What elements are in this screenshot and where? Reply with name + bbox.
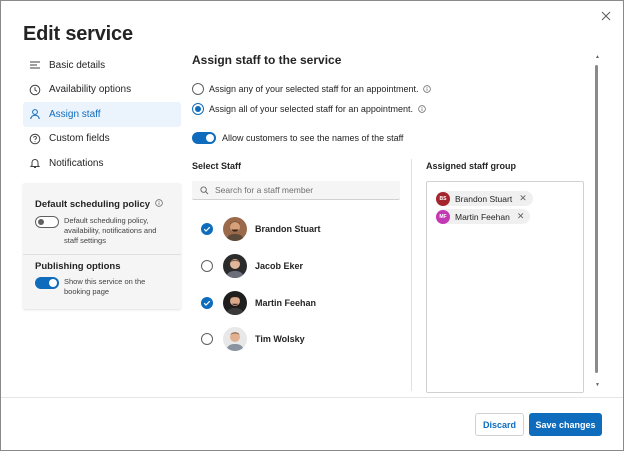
clock-icon xyxy=(29,84,41,96)
assigned-staff-box: BS Brandon Stuart ✕ MF Martin Feehan ✕ xyxy=(426,181,584,393)
radio-label: Assign all of your selected staff for an… xyxy=(209,104,413,114)
search-icon xyxy=(200,185,209,194)
radio-label: Assign any of your selected staff for an… xyxy=(209,84,419,94)
staff-row-jacob-eker[interactable]: Jacob Eker xyxy=(201,253,303,279)
divider xyxy=(23,254,181,255)
chip-name: Martin Feehan xyxy=(455,211,510,222)
allow-names-row: Allow customers to see the names of the … xyxy=(192,132,403,144)
column-divider xyxy=(411,159,412,391)
help-circle-icon xyxy=(29,133,41,145)
scrollbar-thumb[interactable] xyxy=(595,65,598,373)
nav-item-availability-options[interactable]: Availability options xyxy=(23,78,181,103)
discard-button[interactable]: Discard xyxy=(475,413,524,436)
remove-icon[interactable]: ✕ xyxy=(519,194,527,203)
assigned-chip-martin-feehan: MF Martin Feehan ✕ xyxy=(436,209,531,224)
staff-checkbox[interactable] xyxy=(201,297,213,309)
policy-heading: Default scheduling policy xyxy=(35,199,163,210)
radio-button[interactable] xyxy=(192,103,204,115)
staff-name: Martin Feehan xyxy=(255,298,317,308)
allow-names-toggle[interactable] xyxy=(192,132,216,144)
person-icon xyxy=(29,108,41,120)
nav-item-basic-details[interactable]: Basic details xyxy=(23,53,181,78)
staff-checkbox[interactable] xyxy=(201,260,213,272)
select-staff-heading: Select Staff xyxy=(192,161,242,171)
chip-name: Brandon Stuart xyxy=(455,193,513,204)
nav-label: Basic details xyxy=(49,59,106,71)
list-icon xyxy=(29,59,41,71)
nav-label: Assign staff xyxy=(49,108,101,120)
radio-button[interactable] xyxy=(192,83,204,95)
staff-search-input[interactable] xyxy=(215,185,385,195)
avatar xyxy=(223,327,247,351)
avatar: BS xyxy=(436,191,450,206)
nav-label: Availability options xyxy=(49,84,132,96)
publishing-description: Show this service on the booking page xyxy=(64,277,146,296)
section-title: Assign staff to the service xyxy=(192,53,342,67)
publishing-toggle[interactable] xyxy=(35,277,59,289)
checkmark-icon xyxy=(203,300,211,306)
radio-assign-any[interactable]: Assign any of your selected staff for an… xyxy=(192,83,432,95)
policy-title: Default scheduling policy xyxy=(35,199,151,210)
assigned-staff-heading: Assigned staff group xyxy=(426,161,517,171)
staff-checkbox[interactable] xyxy=(201,223,213,235)
info-icon[interactable] xyxy=(155,199,163,210)
staff-name: Brandon Stuart xyxy=(255,224,321,234)
policy-description: Default scheduling policy, availability,… xyxy=(64,216,157,245)
radio-assign-all[interactable]: Assign all of your selected staff for an… xyxy=(192,103,426,115)
policy-panel: Default scheduling policy Default schedu… xyxy=(23,183,181,309)
nav-label: Notifications xyxy=(49,157,104,169)
staff-row-martin-feehan[interactable]: Martin Feehan xyxy=(201,290,316,316)
checkmark-icon xyxy=(203,226,211,232)
scroll-down-arrow-icon[interactable]: ▼ xyxy=(595,382,600,388)
info-icon[interactable] xyxy=(423,85,432,93)
avatar: MF xyxy=(436,209,450,224)
allow-names-label: Allow customers to see the names of the … xyxy=(222,133,404,143)
avatar xyxy=(223,254,247,278)
staff-checkbox[interactable] xyxy=(201,333,213,345)
staff-row-tim-wolsky[interactable]: Tim Wolsky xyxy=(201,326,305,352)
nav-item-notifications[interactable]: Notifications xyxy=(23,151,181,176)
side-nav: Basic details Availability options Assig… xyxy=(23,53,181,176)
staff-search xyxy=(192,181,400,200)
remove-icon[interactable]: ✕ xyxy=(517,212,525,221)
bell-icon xyxy=(29,157,41,169)
avatar xyxy=(223,291,247,315)
default-policy-toggle[interactable] xyxy=(35,216,59,228)
nav-item-custom-fields[interactable]: Custom fields xyxy=(23,127,181,152)
close-icon[interactable] xyxy=(599,9,613,23)
footer-divider xyxy=(1,397,623,398)
nav-label: Custom fields xyxy=(49,133,110,145)
nav-item-assign-staff[interactable]: Assign staff xyxy=(23,102,181,127)
staff-row-brandon-stuart[interactable]: Brandon Stuart xyxy=(201,216,321,242)
avatar xyxy=(223,217,247,241)
edit-service-dialog: Edit service Basic details Availability … xyxy=(0,0,624,451)
assigned-chip-brandon-stuart: BS Brandon Stuart ✕ xyxy=(436,191,533,206)
publishing-heading: Publishing options xyxy=(35,261,121,272)
save-changes-button[interactable]: Save changes xyxy=(529,413,602,436)
dialog-title: Edit service xyxy=(23,23,133,45)
staff-name: Jacob Eker xyxy=(255,261,304,271)
info-icon[interactable] xyxy=(418,105,426,113)
scroll-up-arrow-icon[interactable]: ▲ xyxy=(595,54,600,60)
staff-name: Tim Wolsky xyxy=(255,334,305,344)
